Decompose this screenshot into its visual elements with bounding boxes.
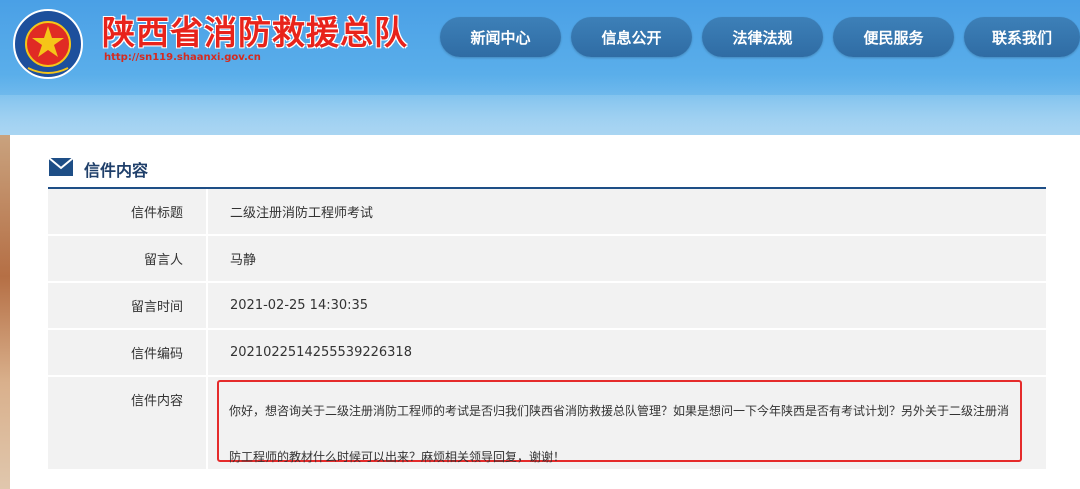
value-code: 20210225142555392263​18 [206,330,1046,375]
value-author: 马静 [206,236,1046,281]
site-title: 陕西省消防救援总队 [102,13,408,52]
row-time: 留言时间 2021-02-25 14:30:35 [48,283,1046,328]
label-code: 信件编码 [130,347,183,362]
label-author: 留言人 [143,253,183,268]
site-url[interactable]: http://sn119.shaanxi.gov.cn [104,52,261,63]
letter-content-highlight: 你好，想咨询关于二级注册消防工程师的考试是否归我们陕西省消防救援总队管理？如果是… [217,380,1022,464]
row-letter-title: 信件标题 二级注册消防工程师考试 [48,189,1046,234]
row-code: 信件编码 20210225142555392263​18 [48,330,1046,375]
nav-laws-regulations[interactable]: 法律法规 [702,17,823,57]
nav-contact-us[interactable]: 联系我们 [964,17,1080,57]
fire-rescue-emblem-icon [13,9,83,79]
row-author: 留言人 马静 [48,236,1046,281]
nav-info-disclosure[interactable]: 信息公开 [571,17,692,57]
label-time: 留言时间 [130,300,183,315]
section-header: 信件内容 [48,155,1046,189]
mail-icon [48,157,74,176]
site-header: 陕西省消防救援总队 http://sn119.shaanxi.gov.cn 新闻… [0,0,1080,135]
section-title: 信件内容 [84,161,149,180]
left-decoration [0,135,10,489]
value-letter-title: 二级注册消防工程师考试 [206,189,1046,234]
label-content: 信件内容 [130,394,183,409]
letter-panel: 信件内容 信件标题 二级注册消防工程师考试 留言人 马静 留言时间 2021-0… [10,135,1080,489]
label-letter-title: 信件标题 [130,206,183,221]
value-time: 2021-02-25 14:30:35 [206,283,1046,328]
nav-news-center[interactable]: 新闻中心 [440,17,561,57]
nav-public-services[interactable]: 便民服务 [833,17,954,57]
header-band [0,95,1080,135]
